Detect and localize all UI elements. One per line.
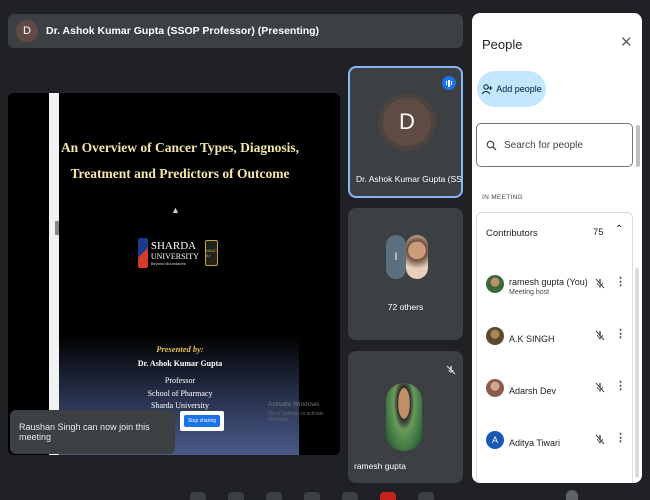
toast-message: Raushan Singh can now join this meeting — [19, 422, 150, 442]
avatar-photo — [406, 235, 428, 279]
avatar: I — [386, 235, 406, 279]
stop-sharing-button[interactable]: Stop sharing — [183, 415, 221, 427]
scrollbar[interactable] — [635, 268, 639, 478]
more-vert-icon[interactable]: ⋮ — [615, 431, 626, 444]
logo-tagline: Beyond Boundaries — [150, 260, 186, 266]
tile-name: ramesh gupta — [354, 461, 406, 471]
windows-watermark-sub: Go to Settings to activate Windows. — [268, 411, 324, 423]
windows-watermark-title: Activate Windows — [268, 401, 320, 408]
slide-strip-marker — [55, 221, 59, 235]
participant-tile-presenter[interactable]: D Dr. Ashok Kumar Gupta (SSOP... — [348, 66, 463, 198]
slide-presenter-role: Professor — [164, 376, 196, 385]
participant-count-badge[interactable] — [566, 490, 578, 500]
list-item[interactable]: A.K SINGH ⋮ — [477, 315, 632, 363]
contributors-header[interactable]: Contributors — [477, 213, 632, 253]
avatar: D — [383, 98, 431, 146]
logo-line2: UNIVERSITY — [150, 251, 199, 261]
contributors-label: Contributors — [486, 227, 538, 239]
avatar — [486, 379, 504, 397]
presented-by-label: Presented by: — [156, 344, 204, 354]
search-placeholder: Search for people — [504, 139, 583, 151]
mouse-cursor-icon: ▲ — [171, 205, 180, 215]
join-notification-toast: Raushan Singh can now join this meeting — [10, 410, 175, 454]
list-item[interactable]: Adarsh Dev ⋮ — [477, 367, 632, 415]
person-name: ramesh gupta (You) — [509, 277, 588, 287]
presenter-label: Dr. Ashok Kumar Gupta (SSOP Professor) (… — [46, 25, 320, 37]
tile-name: Dr. Ashok Kumar Gupta (SSOP... — [356, 174, 462, 184]
search-input[interactable]: Search for people — [476, 123, 633, 167]
toolbar-button[interactable] — [304, 492, 320, 500]
more-vert-icon[interactable]: ⋮ — [615, 327, 626, 340]
person-name: A.K SINGH — [509, 334, 555, 344]
avatar — [486, 327, 504, 345]
chevron-up-icon[interactable]: ⌃ — [615, 224, 623, 235]
toolbar-button[interactable] — [418, 492, 434, 500]
list-item[interactable]: ramesh gupta (You) Meeting host ⋮ — [477, 263, 632, 311]
logo-shield-icon — [138, 238, 148, 268]
stop-sharing-popup: Stop sharing — [180, 411, 224, 431]
person-name: Aditya Tiwari — [509, 438, 561, 448]
toolbar-button[interactable] — [266, 492, 282, 500]
contributors-section: Contributors 75 ⌃ ramesh gupta (You) Mee… — [476, 212, 633, 483]
mic-off-icon — [595, 328, 605, 346]
avatar-photo — [386, 383, 422, 451]
mic-off-icon — [595, 380, 605, 398]
contributors-count: 75 — [593, 227, 604, 238]
person-role: Meeting host — [509, 289, 550, 296]
slide-presenter-name: Dr. Ashok Kumar Gupta — [137, 359, 223, 368]
add-people-label: Add people — [496, 84, 542, 94]
audio-wave-icon — [442, 76, 456, 90]
others-count-label: 72 others — [387, 302, 424, 312]
search-icon — [486, 140, 497, 150]
slide-presenter-university: Sharda University — [151, 401, 209, 410]
presenter-avatar: D — [16, 20, 38, 42]
toolbar-button[interactable] — [228, 492, 244, 500]
university-logo: SHARDA UNIVERSITY Beyond Boundaries NAAC… — [138, 232, 218, 274]
slide-presenter-school: School of Pharmacy — [147, 389, 213, 398]
mic-off-icon — [595, 432, 605, 450]
slide-sidebar-strip — [49, 93, 59, 455]
slide-title-line2: Treatment and Predictors of Outcome — [70, 166, 290, 181]
naac-badge: NAAC A+ — [204, 240, 218, 266]
section-label: IN MEETING — [482, 194, 523, 201]
meeting-toolbar — [190, 492, 470, 500]
person-name: Adarsh Dev — [509, 386, 557, 396]
people-panel: People ✕ Add people Search for people IN… — [472, 13, 642, 483]
participant-tile-others[interactable]: I 72 others — [348, 208, 463, 340]
list-item[interactable]: A Aditya Tiwari ⋮ — [477, 419, 632, 467]
toolbar-button[interactable] — [190, 492, 206, 500]
add-people-button[interactable]: Add people — [477, 71, 546, 107]
close-icon[interactable]: ✕ — [620, 33, 633, 51]
avatar: A — [486, 431, 504, 449]
panel-title: People — [482, 37, 523, 52]
avatar — [486, 275, 504, 293]
more-vert-icon[interactable]: ⋮ — [615, 275, 626, 288]
slide-title-line1: An Overview of Cancer Types, Diagnosis, — [60, 140, 300, 155]
mic-off-icon — [446, 365, 456, 377]
shared-screen: An Overview of Cancer Types, Diagnosis, … — [8, 93, 340, 455]
more-vert-icon[interactable]: ⋮ — [615, 379, 626, 392]
mic-off-icon — [595, 276, 605, 294]
logo-line1: SHARDA — [150, 239, 197, 252]
toolbar-button[interactable] — [342, 492, 358, 500]
add-person-icon — [481, 83, 493, 94]
participant-tile-self[interactable]: ramesh gupta — [348, 351, 463, 483]
presenter-bar: D Dr. Ashok Kumar Gupta (SSOP Professor)… — [8, 14, 463, 48]
leave-call-button[interactable] — [380, 492, 396, 500]
scrollbar[interactable] — [636, 125, 640, 167]
